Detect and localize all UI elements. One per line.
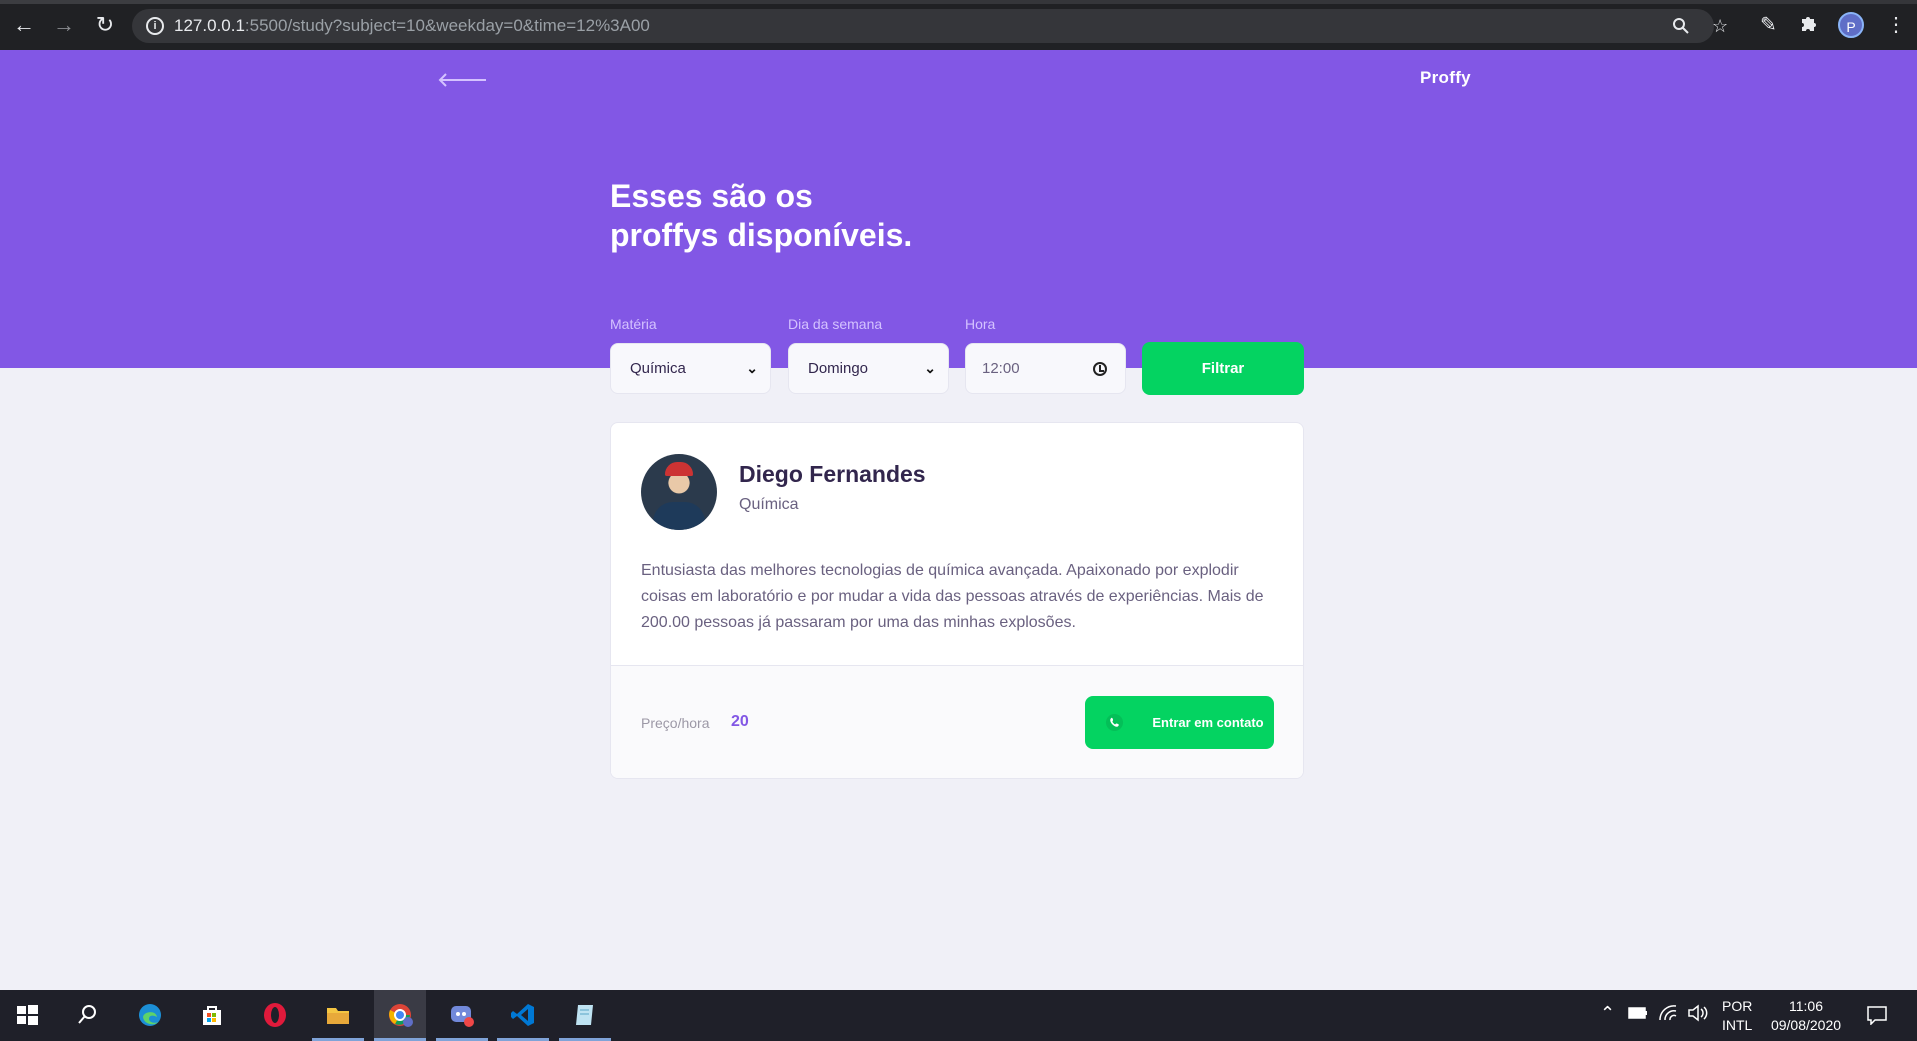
contact-button[interactable]: Entrar em contato (1085, 696, 1274, 749)
search-icon (78, 1005, 96, 1024)
time-label: Hora (965, 316, 996, 332)
address-bar[interactable]: i 127.0.0.1:5500/study?subject=10&weekda… (132, 9, 1728, 43)
search-button[interactable] (61, 990, 113, 1041)
browser-toolbar: ← → ↻ i 127.0.0.1:5500/study?subject=10&… (0, 0, 1917, 50)
price-label: Preço/hora (641, 715, 710, 731)
taskbar-file-explorer[interactable] (312, 990, 364, 1041)
forward-icon[interactable]: → (51, 12, 77, 38)
extensions-puzzle-icon[interactable] (1799, 13, 1819, 39)
windows-logo-icon (17, 1005, 38, 1025)
time-input-value: 12:00 (982, 360, 1020, 377)
teacher-card: Diego Fernandes Química Entusiasta das m… (610, 422, 1304, 779)
taskbar-discord[interactable] (436, 990, 488, 1041)
site-info-icon[interactable]: i (146, 17, 164, 35)
taskbar-chrome[interactable] (374, 990, 426, 1041)
reload-icon[interactable]: ↻ (92, 12, 118, 38)
subject-select[interactable]: Química ⌄ (610, 343, 771, 394)
taskbar-opera[interactable] (249, 990, 301, 1041)
clock-icon[interactable] (1093, 362, 1107, 376)
volume-icon[interactable] (1687, 1004, 1709, 1025)
weekday-label: Dia da semana (788, 316, 883, 332)
teacher-subject: Química (739, 496, 799, 513)
clock-date: 09/08/2020 (1770, 1017, 1842, 1033)
filter-button[interactable]: Filtrar (1142, 342, 1304, 395)
notifications-icon[interactable] (1866, 1005, 1888, 1028)
opera-browser-icon (264, 1003, 286, 1027)
time-input[interactable]: 12:00 (965, 343, 1126, 394)
bookmark-star-icon[interactable]: ☆ (1712, 17, 1728, 35)
taskbar-store[interactable] (186, 990, 238, 1041)
notepad-icon (576, 1005, 593, 1025)
battery-icon[interactable] (1628, 1006, 1648, 1023)
avatar (641, 454, 717, 530)
chevron-down-icon: ⌄ (746, 360, 758, 376)
os-taskbar: ⌃ POR INTL 11:06 09/08/2020 (0, 990, 1917, 1041)
start-button[interactable] (1, 990, 53, 1041)
price-value: 20 (731, 713, 749, 730)
edge-browser-icon (139, 1004, 161, 1026)
subject-select-value: Química (630, 360, 686, 377)
subject-label: Matéria (610, 316, 657, 332)
page-header: Proffy Esses são os proffys disponíveis.… (0, 50, 1917, 395)
teacher-bio: Entusiasta das melhores tecnologias de q… (641, 562, 1264, 631)
discord-icon (451, 1006, 474, 1027)
url-text[interactable]: 127.0.0.1:5500/study?subject=10&weekday=… (174, 16, 650, 36)
zoom-icon[interactable] (1672, 17, 1690, 38)
vscode-icon (511, 1004, 534, 1026)
url-host: 127.0.0.1 (174, 16, 245, 35)
weekday-select-value: Domingo (808, 360, 869, 377)
chrome-browser-icon (389, 1004, 413, 1027)
weekday-select[interactable]: Domingo ⌄ (788, 343, 949, 394)
show-hidden-icons-chevron-icon[interactable]: ⌃ (1600, 1003, 1615, 1024)
whatsapp-icon (1105, 713, 1124, 732)
card-footer: Preço/hora 20 Entrar em contato (611, 665, 1303, 778)
back-icon[interactable]: ← (11, 12, 37, 38)
page-title-line1: Esses são os (610, 178, 813, 214)
keyboard-layout: INTL (1722, 1017, 1753, 1033)
input-language-indicator[interactable]: POR INTL (1722, 997, 1752, 1035)
tab-strip (0, 0, 1917, 4)
taskbar-notepad[interactable] (559, 990, 611, 1041)
back-arrow-icon[interactable] (438, 70, 488, 90)
page-title: Esses são os proffys disponíveis. (610, 177, 1030, 255)
teacher-name: Diego Fernandes (739, 461, 926, 487)
clock-time: 11:06 (1789, 998, 1823, 1014)
folder-icon (327, 1008, 349, 1024)
url-path: :5500/study?subject=10&weekday=0&time=12… (244, 16, 650, 35)
taskbar-vscode[interactable] (497, 990, 549, 1041)
system-clock[interactable]: 11:06 09/08/2020 (1766, 997, 1846, 1035)
active-tab[interactable] (0, 0, 300, 4)
network-wifi-icon[interactable] (1658, 1004, 1678, 1025)
contact-button-label: Entrar em contato (1152, 715, 1264, 730)
menu-kebab-icon[interactable]: ⋮ (1886, 13, 1906, 37)
brand-logo: Proffy (1420, 68, 1471, 87)
taskbar-edge[interactable] (124, 990, 176, 1041)
extension-pen-icon[interactable]: ✎ (1760, 13, 1777, 37)
study-page: Proffy Esses são os proffys disponíveis.… (0, 50, 1917, 990)
language-code: POR (1722, 998, 1753, 1014)
store-bag-icon (203, 1006, 221, 1025)
profile-avatar[interactable]: P (1838, 12, 1864, 38)
chevron-down-icon: ⌄ (924, 360, 936, 376)
page-title-line2: proffys disponíveis. (610, 217, 913, 253)
